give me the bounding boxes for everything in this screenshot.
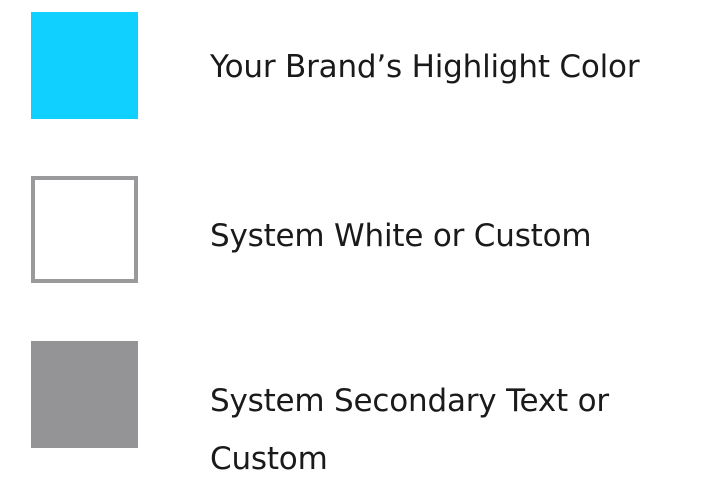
secondary-text-color-swatch	[31, 341, 138, 448]
white-color-label: System White or Custom	[210, 218, 592, 254]
white-color-swatch	[31, 176, 138, 283]
highlight-color-label: Your Brand’s Highlight Color	[210, 49, 640, 85]
highlight-color-swatch	[31, 12, 138, 119]
secondary-text-color-label: System Secondary Text or Custom	[210, 383, 609, 477]
